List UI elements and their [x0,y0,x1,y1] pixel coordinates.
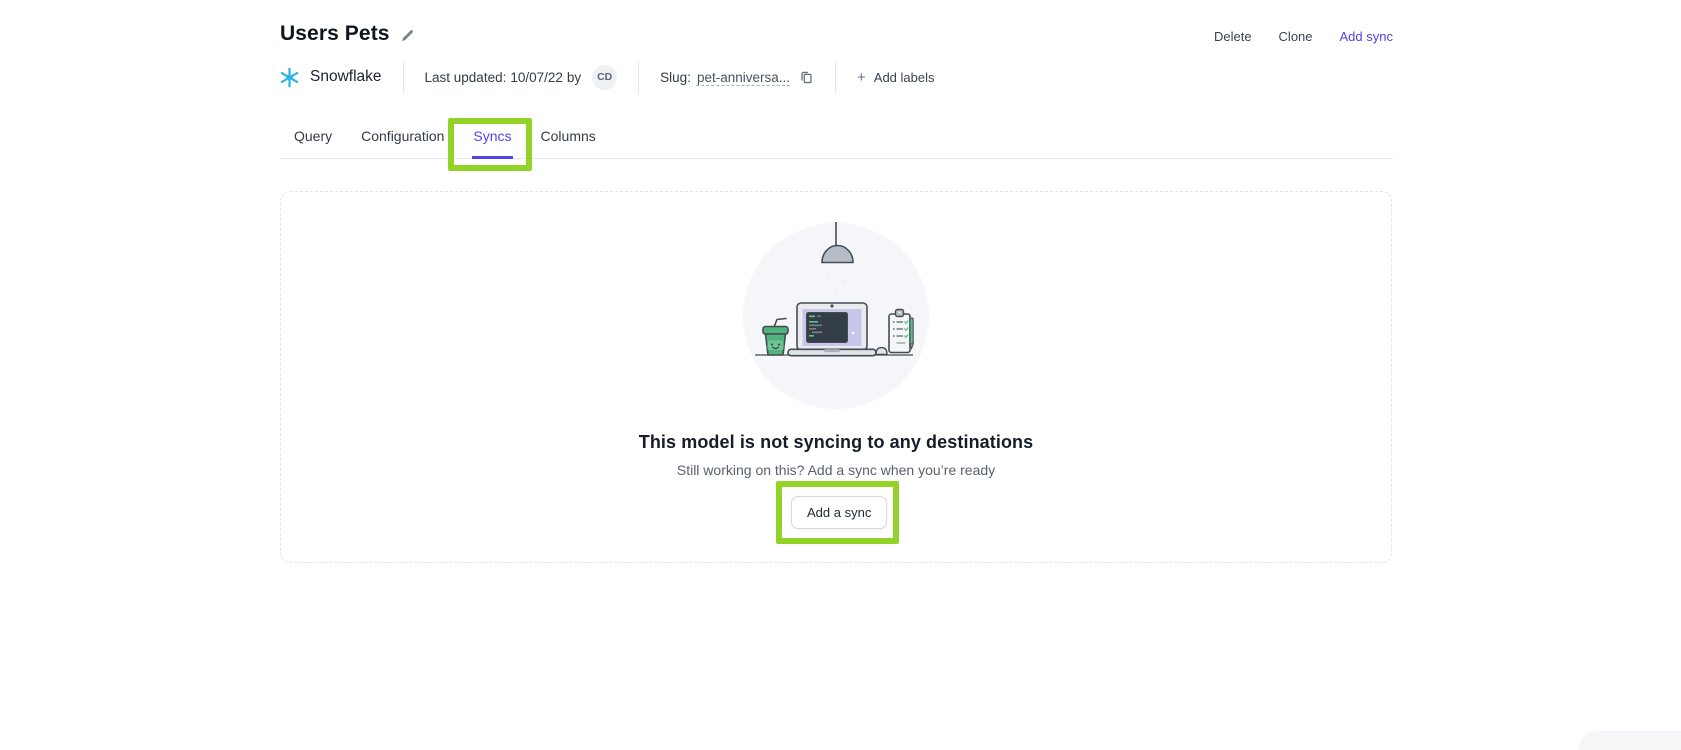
laptop-icon [788,303,876,356]
by-label: by [567,70,581,85]
last-updated: Last updated: 10/07/22 by CD [425,65,618,90]
empty-state-heading: This model is not syncing to any destina… [280,432,1392,453]
tab-syncs[interactable]: Syncs [472,118,512,159]
delete-button[interactable]: Delete [1214,29,1252,44]
tab-bar: Query Configuration Syncs Columns [280,118,1393,159]
tab-query[interactable]: Query [293,118,333,159]
source-name: Snowflake [310,68,382,86]
header-actions: Delete Clone Add sync [1214,29,1393,44]
last-updated-label: Last updated: [425,70,507,85]
source-badge: Snowflake [278,66,382,89]
mouse-icon [876,348,887,355]
empty-state-subheading: Still working on this? Add a sync when y… [280,462,1392,478]
plus-icon: + [857,70,866,85]
model-meta-row: Snowflake Last updated: 10/07/22 by CD S… [278,60,935,94]
empty-state-illustration [736,205,936,415]
last-updated-date: 10/07/22 [510,70,563,85]
slug-label: Slug: [660,70,691,85]
edit-pencil-icon[interactable] [400,28,415,43]
add-labels-button[interactable]: + Add labels [857,70,934,85]
add-sync-button[interactable]: Add sync [1340,29,1393,44]
corner-widget-blob [1578,731,1681,750]
tab-columns[interactable]: Columns [540,118,597,159]
tab-configuration[interactable]: Configuration [360,118,445,159]
avatar: CD [592,65,617,90]
divider [638,60,639,94]
copy-icon[interactable] [799,70,814,85]
divider [835,60,836,94]
title-row: Users Pets [280,22,415,46]
slug: Slug: pet-anniversa... [660,70,814,85]
page-title: Users Pets [280,22,390,46]
clipboard-icon [889,310,913,353]
clone-button[interactable]: Clone [1279,29,1313,44]
divider [403,60,404,94]
snowflake-icon [278,66,301,89]
slug-link[interactable]: pet-anniversa... [697,70,790,85]
add-a-sync-button[interactable]: Add a sync [791,496,887,529]
add-labels-label: Add labels [874,70,935,85]
